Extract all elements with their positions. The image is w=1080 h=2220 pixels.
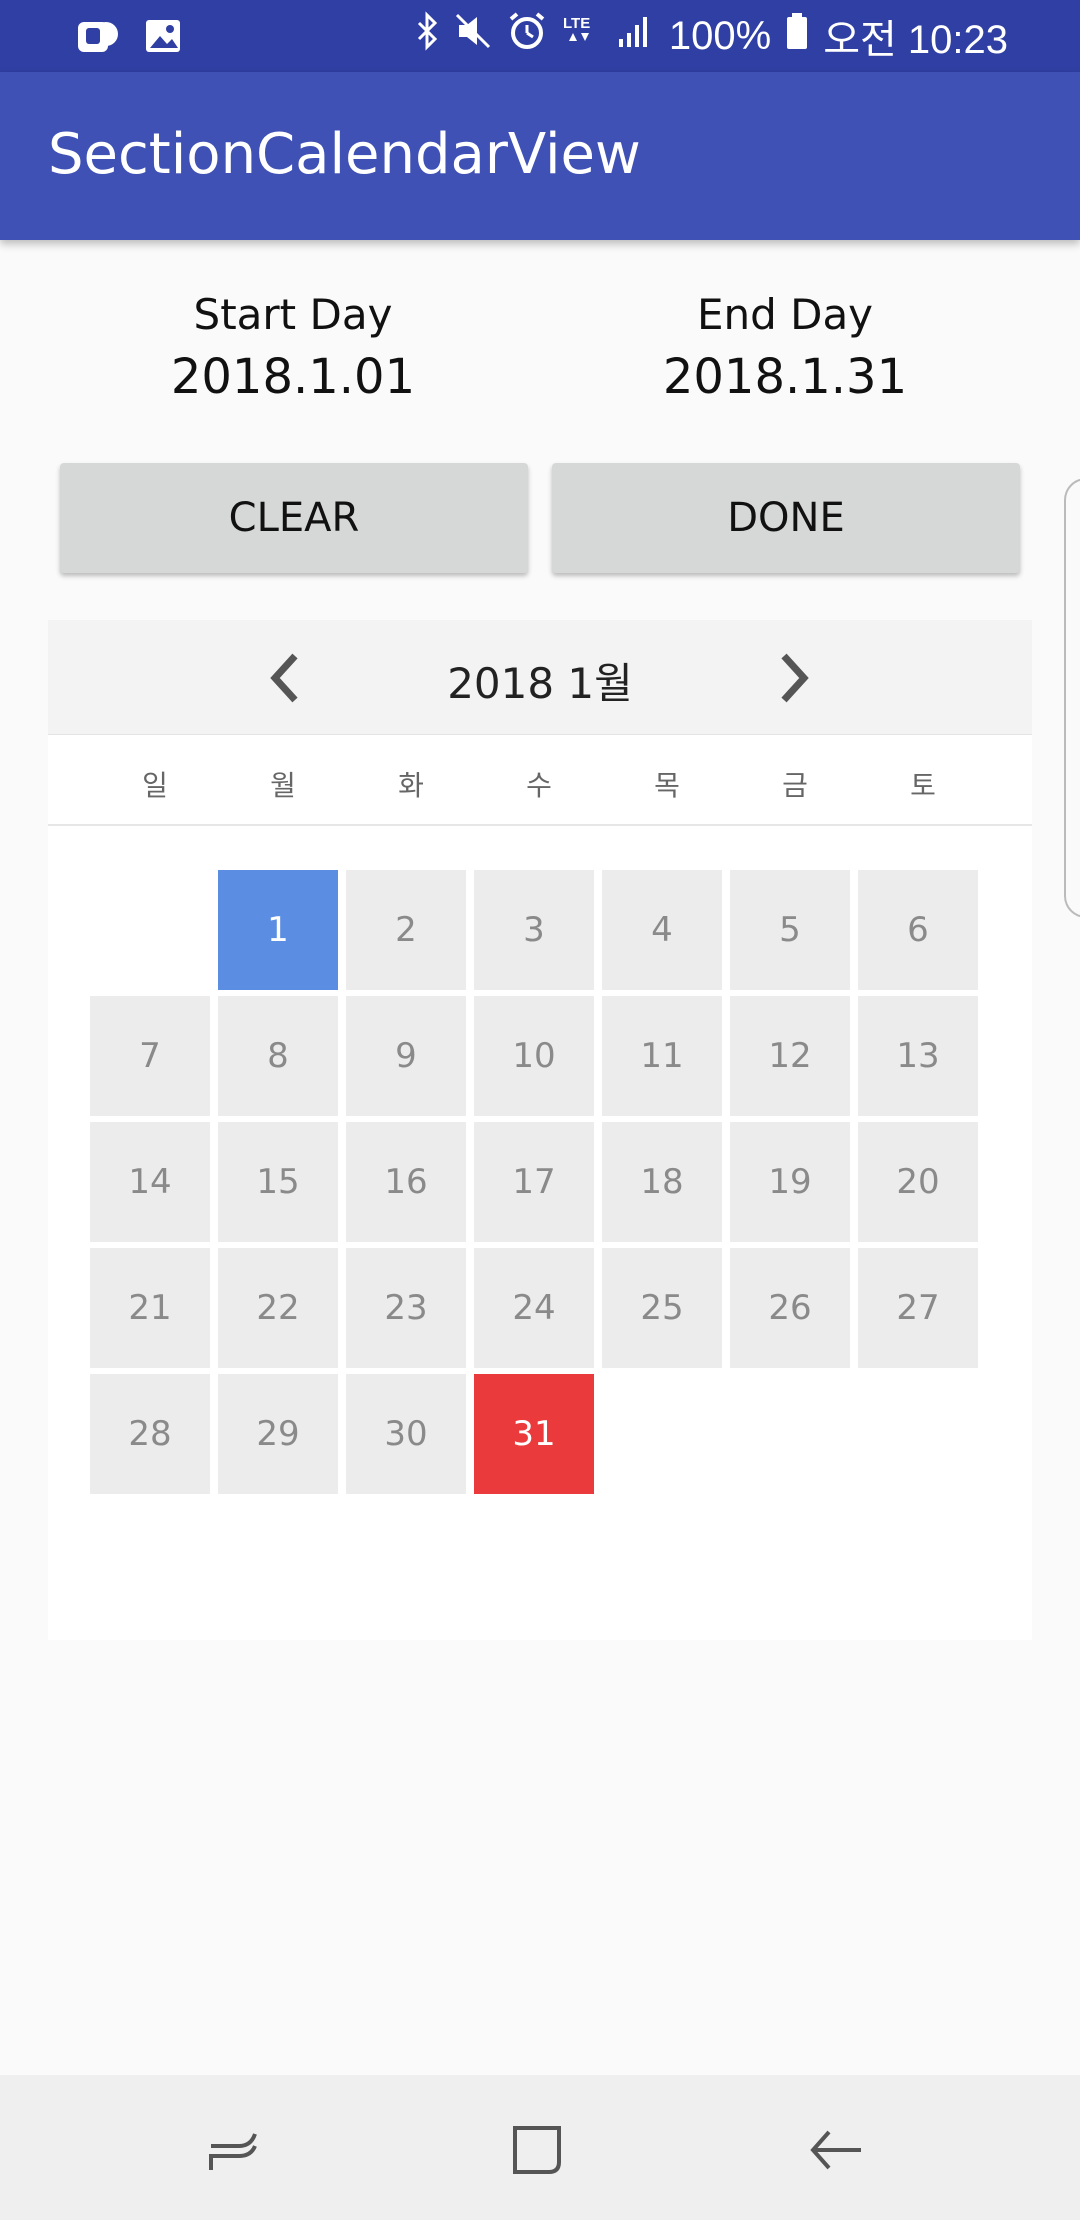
day-cell[interactable]: 9: [346, 996, 466, 1116]
weekday-label: 수: [526, 769, 552, 802]
chevron-right-icon: [781, 653, 809, 703]
signal-icon: [615, 11, 655, 61]
home-button[interactable]: [502, 2115, 572, 2185]
app-bar: SectionCalendarView: [0, 72, 1080, 240]
back-button[interactable]: [802, 2115, 872, 2185]
day-cell[interactable]: 27: [858, 1248, 978, 1368]
day-cell[interactable]: 15: [218, 1122, 338, 1242]
svg-text:LTE: LTE: [563, 15, 590, 32]
app-title: SectionCalendarView: [48, 122, 641, 187]
recent-apps-button[interactable]: [198, 2115, 268, 2185]
day-cell[interactable]: 13: [858, 996, 978, 1116]
day-cell[interactable]: 11: [602, 996, 722, 1116]
weekday-label: 토: [910, 769, 936, 802]
home-icon: [513, 2126, 561, 2174]
weekday-label: 일: [142, 769, 168, 802]
month-title: 2018 1월: [447, 659, 633, 708]
status-bar: LTE 100% 오전 10:23: [0, 0, 1080, 72]
start-day-label: Start Day: [193, 290, 393, 339]
weekday-label: 월: [270, 769, 296, 802]
bluetooth-icon: [415, 11, 441, 61]
app-notification-icon: [76, 16, 122, 60]
start-day-value: 2018.1.01: [170, 349, 416, 405]
day-cell[interactable]: 5: [730, 870, 850, 990]
day-cell[interactable]: 14: [90, 1122, 210, 1242]
weekday-label: 목: [654, 769, 680, 802]
gallery-icon: [144, 16, 184, 60]
alarm-icon: [507, 11, 547, 61]
day-cell[interactable]: 12: [730, 996, 850, 1116]
done-button[interactable]: DONE: [552, 463, 1020, 573]
day-cell[interactable]: 19: [730, 1122, 850, 1242]
day-cell[interactable]: 10: [474, 996, 594, 1116]
day-cell[interactable]: 25: [602, 1248, 722, 1368]
next-month-button[interactable]: [764, 648, 824, 708]
clock-text: 오전 10:23: [823, 18, 1008, 62]
day-cell[interactable]: 30: [346, 1374, 466, 1494]
weekday-label: 금: [782, 769, 808, 802]
end-day-label: End Day: [696, 290, 874, 339]
day-cell[interactable]: 22: [218, 1248, 338, 1368]
day-cell[interactable]: 20: [858, 1122, 978, 1242]
day-cell[interactable]: 23: [346, 1248, 466, 1368]
day-cell[interactable]: 6: [858, 870, 978, 990]
day-cell[interactable]: 28: [90, 1374, 210, 1494]
day-cell[interactable]: 29: [218, 1374, 338, 1494]
day-cell[interactable]: 1: [218, 870, 338, 990]
mute-icon: [455, 11, 493, 61]
start-day-section: Start Day 2018.1.01: [58, 290, 528, 405]
back-icon: [810, 2130, 861, 2170]
battery-level-text: 100%: [668, 13, 772, 58]
lte-icon: LTE: [561, 11, 601, 61]
day-cell[interactable]: 21: [90, 1248, 210, 1368]
edge-panel-handle[interactable]: [1064, 478, 1080, 918]
day-cell[interactable]: 24: [474, 1248, 594, 1368]
navigation-bar: [0, 2075, 1080, 2220]
day-cell[interactable]: 2: [346, 870, 466, 990]
day-cell[interactable]: 8: [218, 996, 338, 1116]
day-cell[interactable]: 18: [602, 1122, 722, 1242]
battery-icon: [785, 11, 809, 61]
clear-button[interactable]: CLEAR: [60, 463, 528, 573]
day-cell[interactable]: 17: [474, 1122, 594, 1242]
recent-apps-icon: [209, 2133, 257, 2170]
day-cell[interactable]: 4: [602, 870, 722, 990]
calendar-header: 2018 1월: [48, 620, 1032, 735]
day-cell[interactable]: 7: [90, 996, 210, 1116]
end-day-section: End Day 2018.1.31: [550, 290, 1020, 405]
day-cell[interactable]: 31: [474, 1374, 594, 1494]
weekday-label: 화: [398, 769, 424, 802]
day-cell[interactable]: 26: [730, 1248, 850, 1368]
weekday-row: 일 월 화 수 목 금 토: [48, 736, 1032, 826]
end-day-value: 2018.1.31: [662, 349, 908, 405]
calendar-view: 2018 1월 일 월 화 수 목 금 토 1 2 3 4 5 6 7 8 9 10 11 12 13 1…: [48, 620, 1032, 1640]
day-cell[interactable]: 16: [346, 1122, 466, 1242]
day-cell[interactable]: 3: [474, 870, 594, 990]
